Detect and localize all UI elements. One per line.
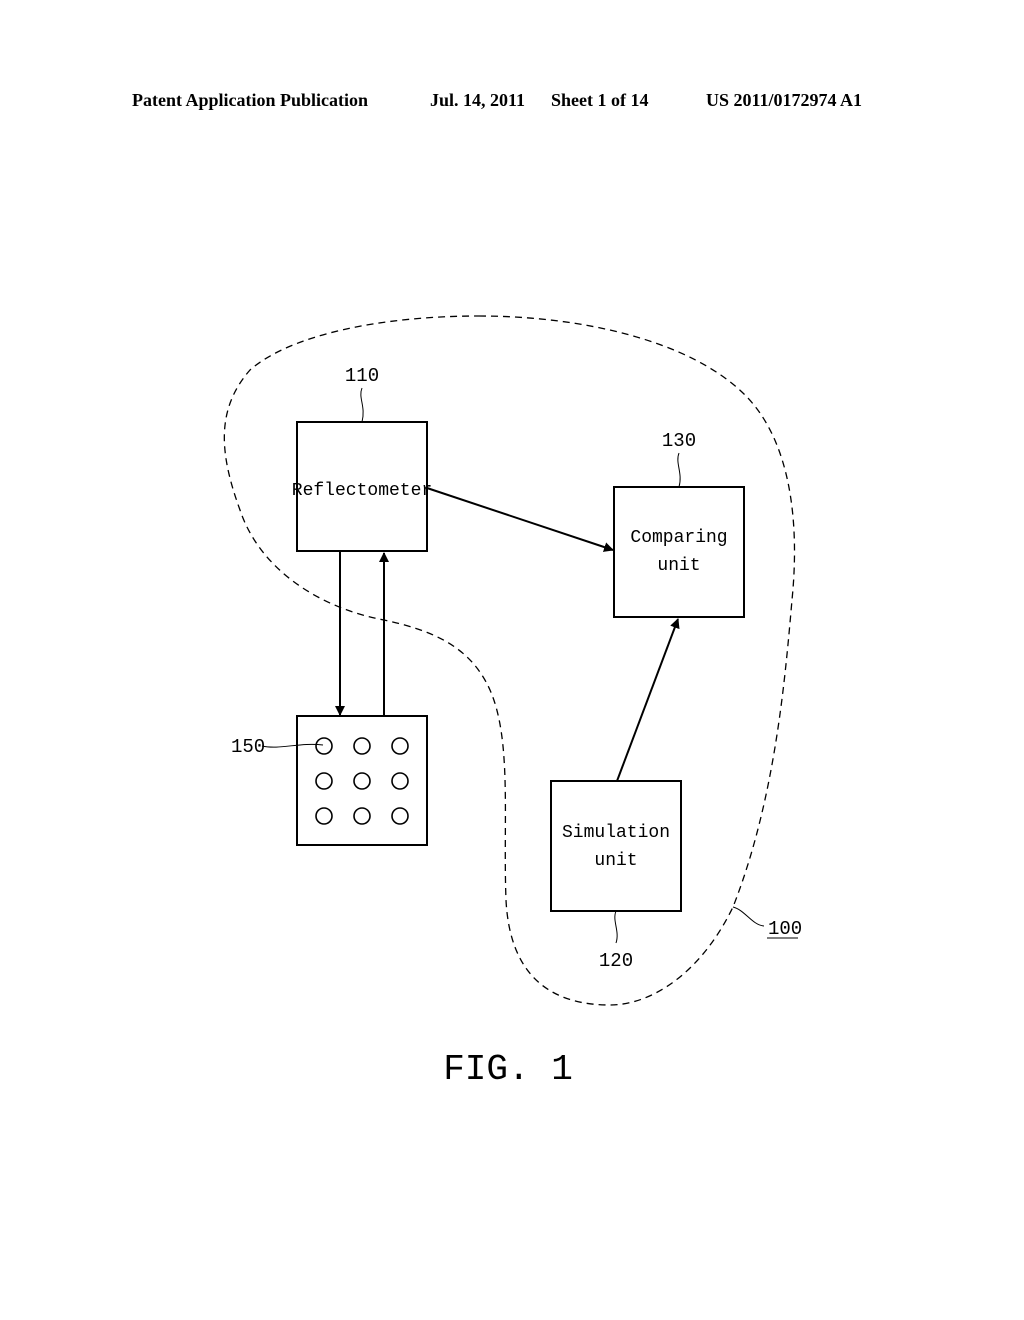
simulation-unit-label-line2: unit [594,851,637,871]
ref-leader-110 [360,387,364,423]
ref-label-130: 130 [662,430,696,452]
figure-caption: FIG. 1 [443,1049,573,1090]
ref-label-110: 110 [345,365,379,387]
comparing-unit-label-line1: Comparing [630,528,727,548]
ref-leader-100 [732,906,765,927]
arrow-reflectometer-to-comparing [426,487,614,552]
arrow-simulation-to-comparing [616,618,680,782]
figure-1-diagram: 100 Reflectometer 110 Comparing unit 130… [223,315,802,1090]
ref-leader-130 [677,452,681,488]
comparing-unit-block [613,486,745,618]
ref-label-150: 150 [231,736,265,758]
simulation-unit-label-line1: Simulation [562,823,670,843]
comparing-unit-label-line2: unit [657,556,700,576]
system-boundary-outline [223,315,796,1006]
simulation-unit-block [550,780,682,912]
reflectometer-label: Reflectometer [292,481,432,501]
ref-leader-120 [614,910,618,944]
ref-label-100: 100 [768,918,802,940]
ref-label-120: 120 [599,950,633,972]
